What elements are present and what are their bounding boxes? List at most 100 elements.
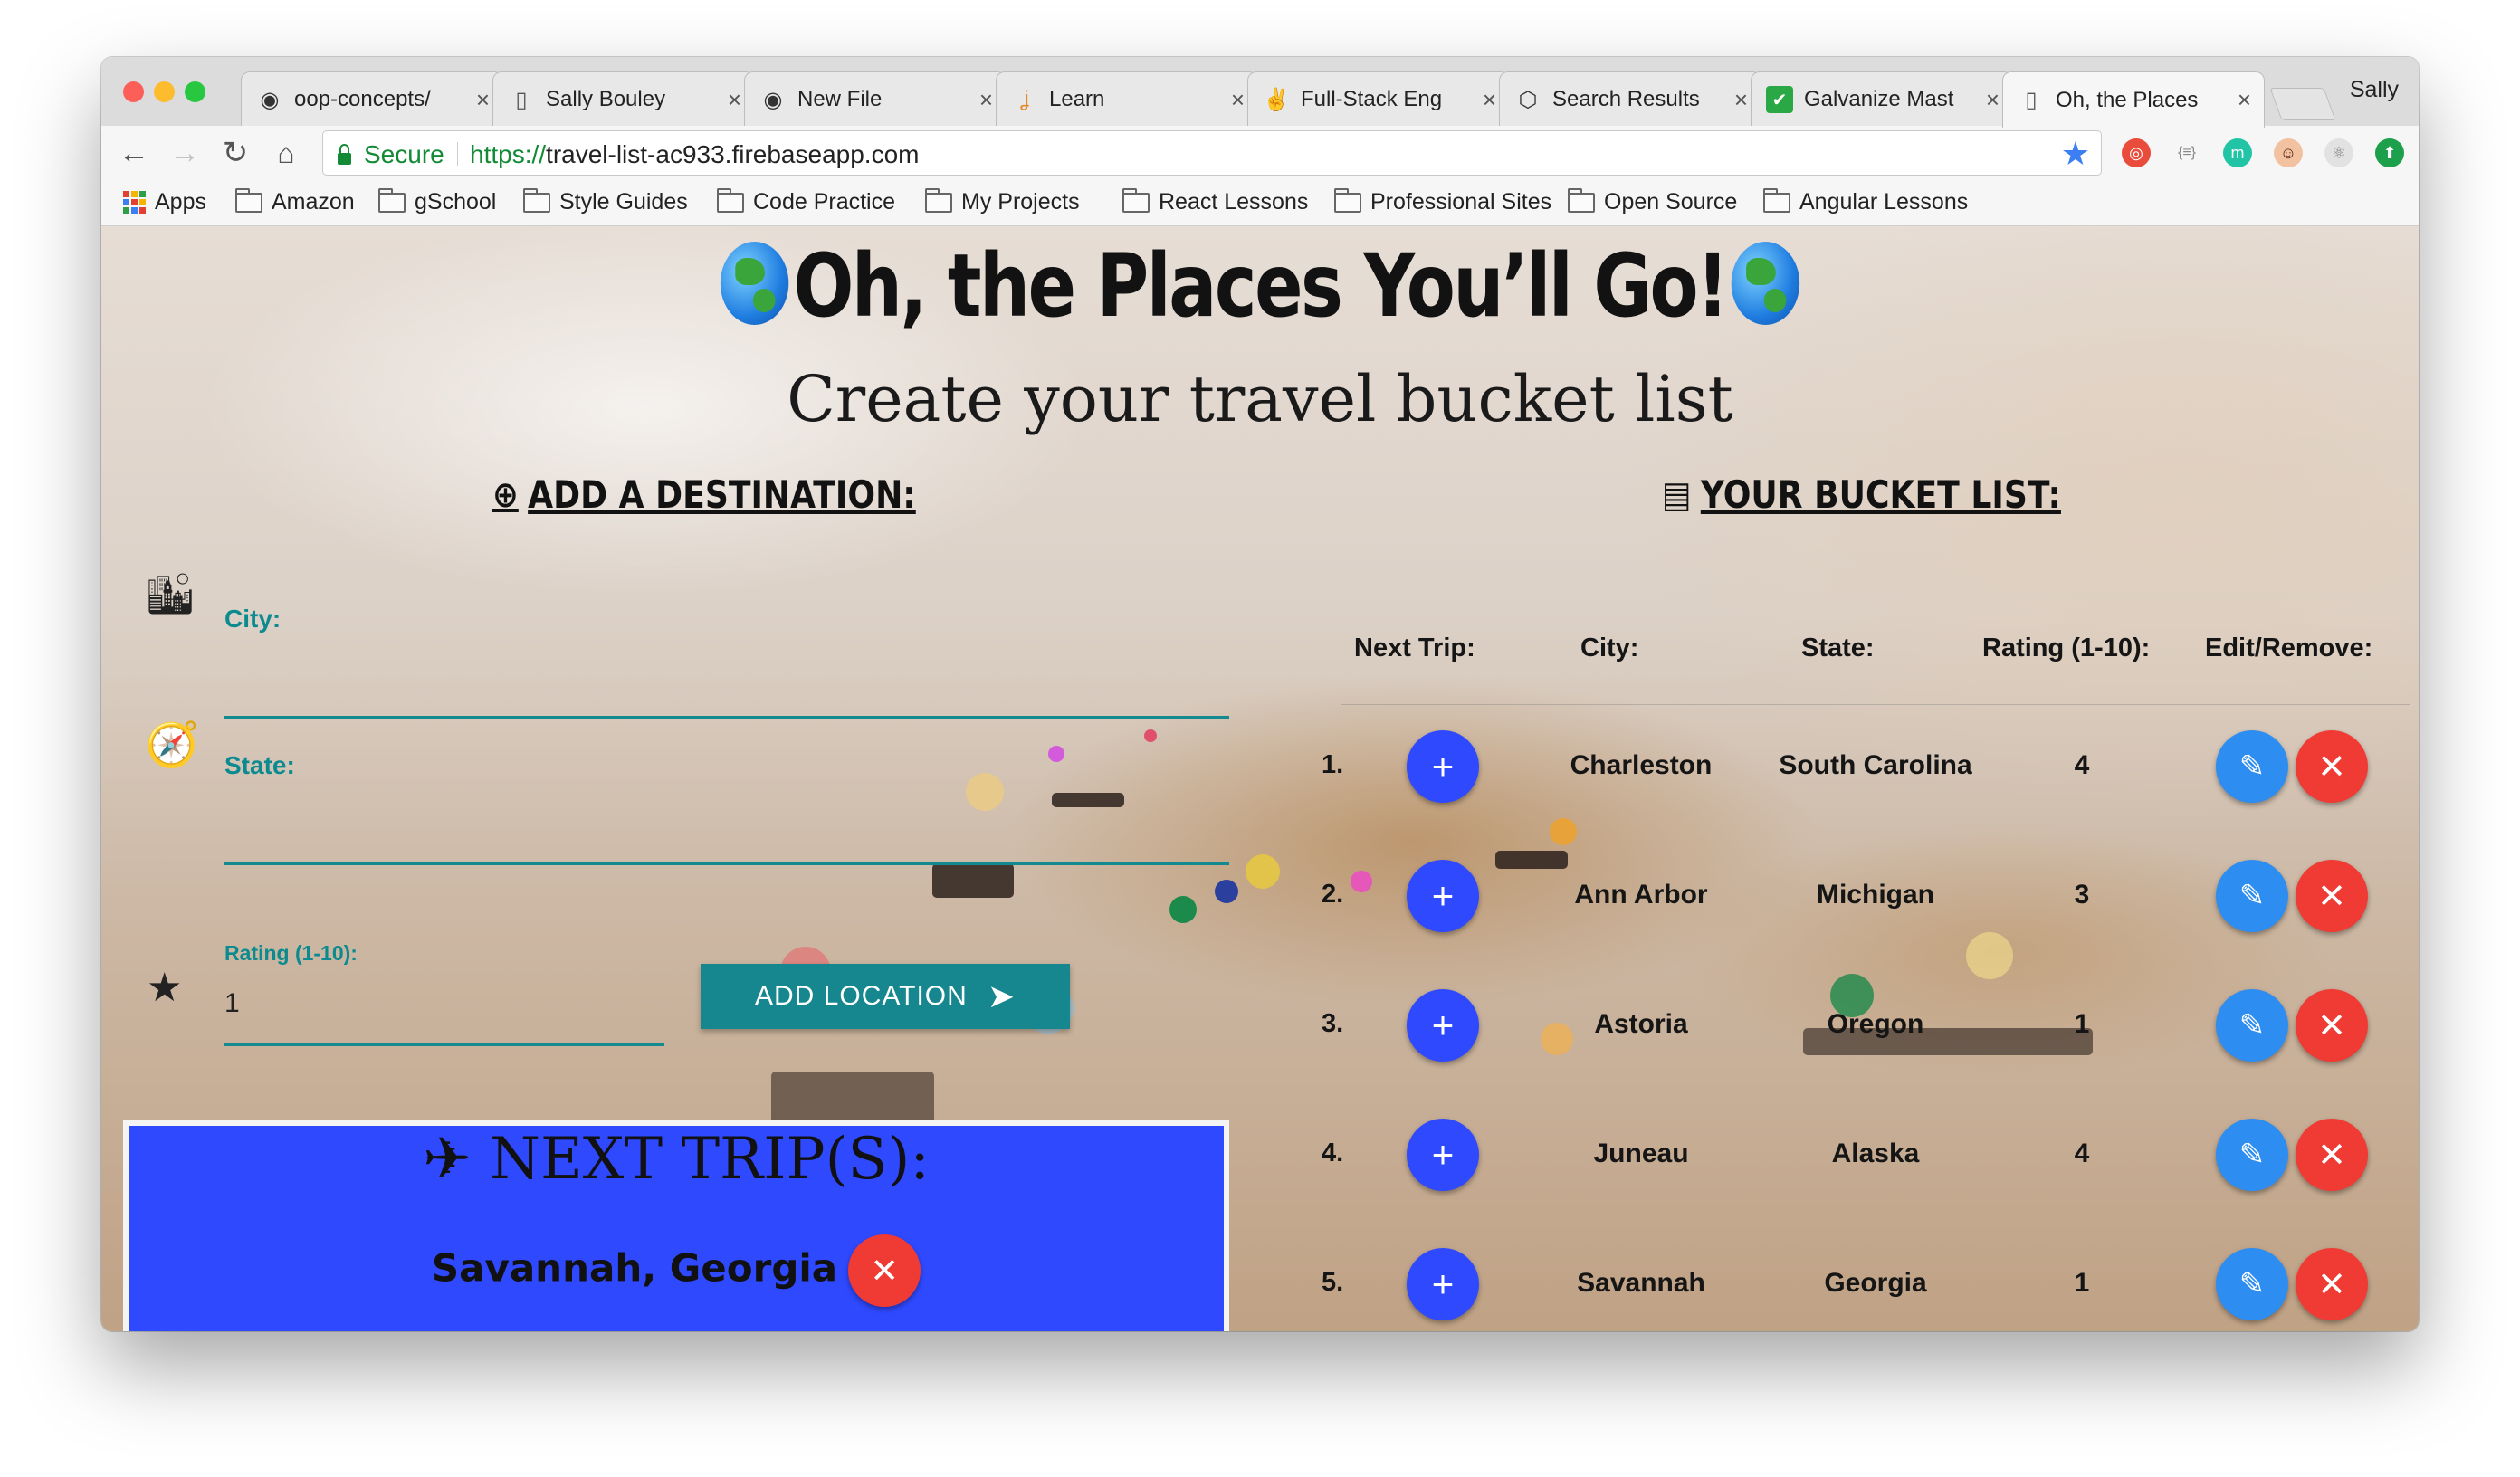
close-icon: ✕ [2317,1136,2346,1175]
header-edit-remove: Edit/Remove: [2205,634,2373,662]
plus-icon: + [1431,745,1455,787]
browser-tab[interactable]: ◉ New File × [744,71,1007,127]
close-icon: ✕ [2317,748,2346,786]
bookmark-angular-lessons[interactable]: Angular Lessons [1763,187,1968,215]
close-window-button[interactable] [123,81,144,102]
bookmark-professional-sites[interactable]: Professional Sites [1334,187,1551,215]
bookmark-star-icon[interactable]: ★ [2061,135,2090,173]
header-next-trip: Next Trip: [1354,634,1475,662]
reload-icon[interactable]: ↻ [217,135,253,171]
state-input[interactable] [224,862,1229,865]
row-city: Charleston [1570,750,1713,780]
map-pin [1966,932,2013,979]
minimize-window-button[interactable] [154,81,175,102]
close-icon: ✕ [2317,877,2346,916]
new-tab-button[interactable] [2269,88,2336,120]
extension-avatar-icon[interactable]: ☺ [2274,138,2303,167]
star-icon: ★ [147,966,183,1010]
bookmark-gschool[interactable]: gSchool [378,187,496,215]
bookmark-label: Code Practice [753,189,896,214]
add-next-trip-button[interactable]: + [1407,989,1479,1062]
add-next-trip-button[interactable]: + [1407,1119,1479,1191]
secure-indicator[interactable]: Secure [338,140,444,169]
bookmark-style-guides[interactable]: Style Guides [523,187,688,215]
maximize-window-button[interactable] [185,81,205,102]
browser-tab[interactable]: ʝ Learn × [996,71,1258,127]
browser-tab[interactable]: ✔ Galvanize Mast × [1751,71,2013,127]
bucket-list-heading-text: YOUR BUCKET LIST: [1700,472,2061,517]
rating-input[interactable] [224,1043,664,1046]
plus-icon: + [1431,1133,1455,1176]
bookmark-apps[interactable]: Apps [123,189,206,215]
map-pin [1169,896,1197,923]
url-host: travel-list-ac933.firebaseapp.com [546,140,920,168]
next-trips-title-text: NEXT TRIP(S): [490,1126,930,1193]
edit-button[interactable]: ✎ [2216,730,2288,803]
tab-strip: ◉ oop-concepts/× ▯ Sally Bouley × ◉ New File × ʝ… [101,57,2419,128]
pencil-icon: ✎ [2238,879,2266,913]
close-tab-icon[interactable]: × [728,86,741,114]
browser-tab[interactable]: ▯ Oh, the Places × [2002,71,2265,128]
bookmark-label: React Lessons [1159,189,1309,214]
close-tab-icon[interactable]: × [476,86,490,114]
folder-icon [1568,187,1595,213]
edit-button[interactable]: ✎ [2216,1248,2288,1320]
extension-react-icon[interactable]: ⚛ [2324,138,2353,167]
map-pin [1351,871,1372,892]
close-tab-icon[interactable]: × [1483,86,1496,114]
tab-label: Full-Stack Eng [1301,87,1443,111]
extension-m-icon[interactable]: m [2223,138,2252,167]
extension-json-icon[interactable]: {≡} [2172,138,2201,167]
bookmark-label: Amazon [272,189,355,214]
bookmark-my-projects[interactable]: My Projects [925,187,1080,215]
page-title-text: Oh, the Places You’ll Go! [793,235,1729,337]
add-next-trip-button[interactable]: + [1407,1248,1479,1320]
bookmark-amazon[interactable]: Amazon [235,187,355,215]
close-tab-icon[interactable]: × [1231,86,1245,114]
bookmark-open-source[interactable]: Open Source [1568,187,1737,215]
browser-tab[interactable]: ⬡ Search Results × [1499,71,1761,127]
close-tab-icon[interactable]: × [979,86,993,114]
address-bar[interactable]: Secure https://travel-list-ac933.firebas… [322,130,2102,176]
forward-arrow-icon[interactable]: → [167,135,203,171]
delete-button[interactable]: ✕ [2296,860,2368,932]
delete-button[interactable]: ✕ [2296,989,2368,1062]
delete-button[interactable]: ✕ [2296,730,2368,803]
edit-button[interactable]: ✎ [2216,860,2288,932]
map-pin [1144,729,1157,742]
city-input[interactable] [224,716,1229,719]
edit-button[interactable]: ✎ [2216,1119,2288,1191]
github-icon: ◉ [763,87,783,112]
delete-button[interactable]: ✕ [2296,1119,2368,1191]
extension-target-icon[interactable]: ◎ [2122,138,2151,167]
browser-tab[interactable]: ◉ oop-concepts/ × [241,71,503,127]
delete-button[interactable]: ✕ [2296,1248,2368,1320]
edit-button[interactable]: ✎ [2216,989,2288,1062]
add-next-trip-button[interactable]: + [1407,730,1479,803]
close-tab-icon[interactable]: × [1734,86,1748,114]
url-text[interactable]: https://travel-list-ac933.firebaseapp.co… [470,140,919,169]
add-next-trip-button[interactable]: + [1407,860,1479,932]
profile-name[interactable]: Sally [2350,77,2399,103]
back-arrow-icon[interactable]: ← [116,135,152,171]
row-state: South Carolina [1779,750,1972,780]
tab-label: New File [797,87,883,111]
bookmark-react-lessons[interactable]: React Lessons [1122,187,1309,215]
bookmarks-bar: Apps Amazon gSchool Style Guides Code Pr… [101,180,2419,226]
add-location-label: ADD LOCATION [755,981,968,1011]
remove-next-trip-button[interactable]: ✕ [848,1234,921,1307]
row-state: Michigan [1816,880,1934,910]
row-state: Georgia [1824,1268,1927,1298]
extension-upload-icon[interactable]: ⬆ [2375,138,2404,167]
close-tab-icon[interactable]: × [1986,86,2000,114]
add-location-button[interactable]: ADD LOCATION ➤ [701,964,1070,1029]
rating-input-value[interactable]: 1 [224,988,240,1019]
airplane-takeoff-icon: ✈ [423,1126,491,1193]
bookmark-code-practice[interactable]: Code Practice [717,187,896,215]
home-icon[interactable]: ⌂ [268,135,304,171]
tab-label: Oh, the Places [2056,87,2199,112]
close-tab-icon[interactable]: × [2238,86,2251,114]
browser-tab[interactable]: ✌ Full-Stack Eng × [1247,71,1510,127]
row-rating: 1 [2074,1009,2090,1039]
browser-tab[interactable]: ▯ Sally Bouley × [492,71,755,127]
